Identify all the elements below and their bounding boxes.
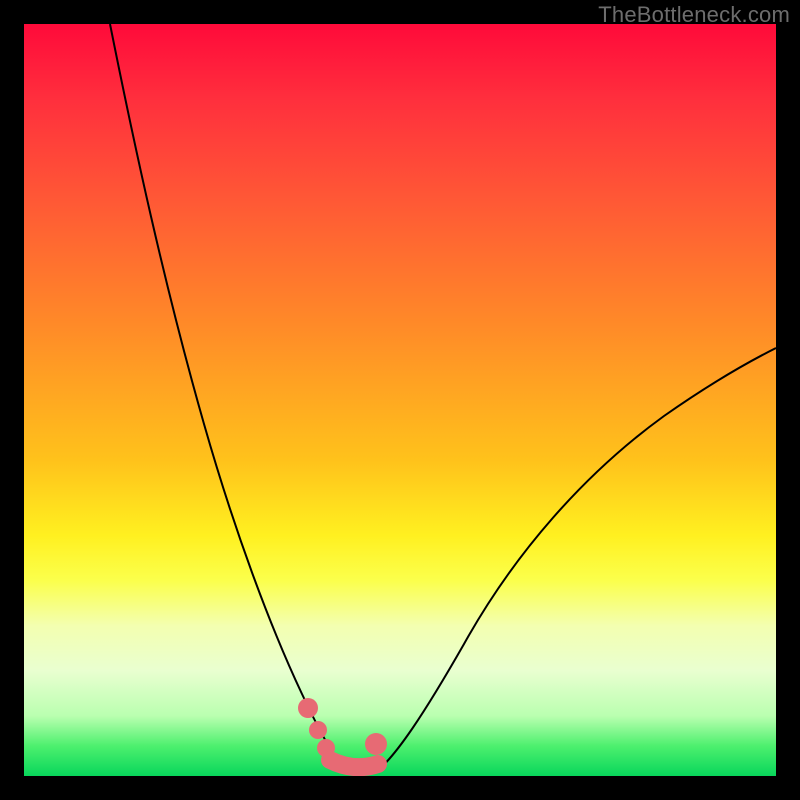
highlight-flat-segment: [330, 760, 378, 767]
bottleneck-chart: [24, 24, 776, 776]
highlight-dot-2: [309, 721, 327, 739]
plot-area: [24, 24, 776, 776]
highlight-dot-1: [298, 698, 318, 718]
curve-left-branch: [110, 24, 350, 772]
curve-right-branch: [376, 348, 776, 772]
highlight-dot-4: [365, 733, 387, 755]
chart-frame: TheBottleneck.com: [0, 0, 800, 800]
